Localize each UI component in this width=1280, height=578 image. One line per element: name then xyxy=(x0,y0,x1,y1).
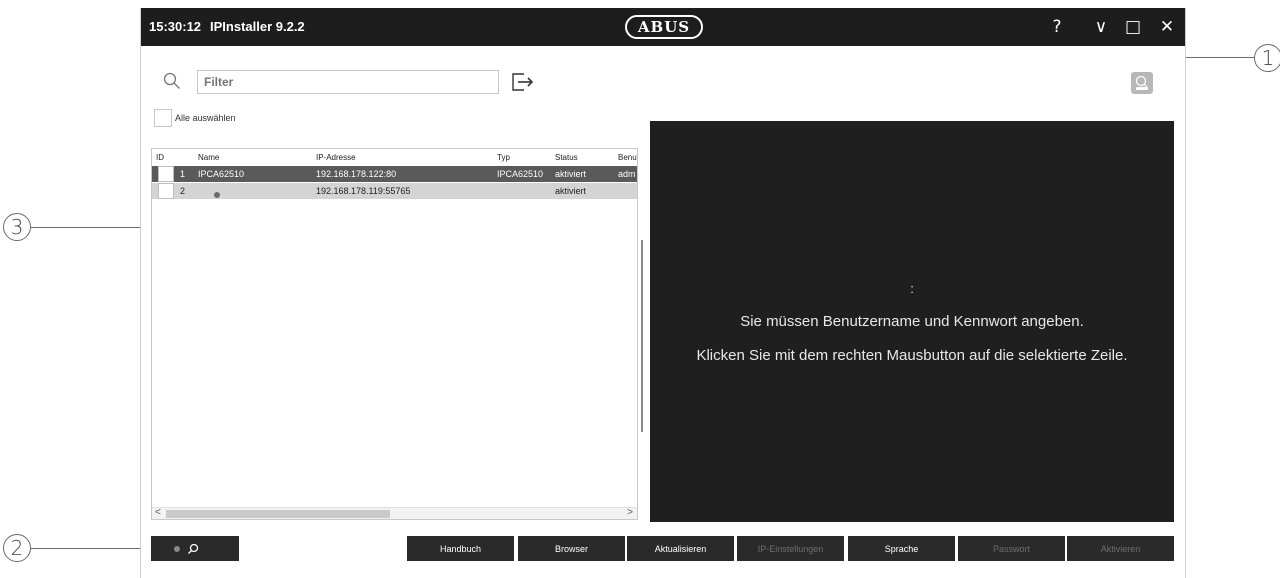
cell-status: aktiviert xyxy=(555,169,587,179)
filter-input[interactable] xyxy=(197,70,499,94)
scroll-right-arrow[interactable]: > xyxy=(627,507,633,518)
cell-id: 2 xyxy=(180,186,186,196)
column-header-id[interactable]: ID xyxy=(156,153,164,162)
page: 1 3 2 15:30:12 IPInstaller 9.2.2 ABUS ? … xyxy=(0,0,1280,578)
ipinstaller-window: 15:30:12 IPInstaller 9.2.2 ABUS ? ∨ □ ✕ xyxy=(140,8,1186,578)
callout-2: 2 xyxy=(3,534,31,562)
callout-1: 1 xyxy=(1254,44,1280,72)
search-icon[interactable] xyxy=(163,72,181,90)
panel-splitter[interactable] xyxy=(641,240,643,432)
scrollbar-thumb[interactable] xyxy=(166,510,390,518)
help-button[interactable]: ? xyxy=(1045,15,1069,39)
device-table: ID Name IP-Adresse Typ Status Benut 1 IP… xyxy=(151,148,638,520)
cell-user: adm xyxy=(618,169,636,179)
row-checkbox[interactable] xyxy=(158,183,174,199)
column-header-ip[interactable]: IP-Adresse xyxy=(316,153,356,162)
cell-ip: 192.168.178.122:80 xyxy=(316,169,397,179)
export-icon[interactable] xyxy=(511,72,535,92)
abus-logo: ABUS xyxy=(625,15,703,39)
title-bar: 15:30:12 IPInstaller 9.2.2 ABUS ? ∨ □ ✕ xyxy=(141,8,1185,46)
callout-3-dot xyxy=(214,192,220,198)
horizontal-scrollbar[interactable]: < > xyxy=(152,507,637,519)
app-title: IPInstaller 9.2.2 xyxy=(210,19,305,34)
table-row[interactable]: 2 192.168.178.119:55765 aktiviert xyxy=(152,183,637,199)
cell-ip: 192.168.178.119:55765 xyxy=(316,186,411,196)
table-header: ID Name IP-Adresse Typ Status Benut xyxy=(152,149,637,165)
cell-name: IPCA62510 xyxy=(198,169,245,179)
column-header-user[interactable]: Benut xyxy=(618,153,637,162)
minimize-button[interactable]: ∨ xyxy=(1089,15,1113,39)
column-header-name[interactable]: Name xyxy=(198,153,219,162)
ip-einstellungen-button[interactable]: IP-Einstellungen xyxy=(737,536,844,561)
select-all-label: Alle auswählen xyxy=(175,113,236,123)
select-all-checkbox[interactable] xyxy=(154,109,172,127)
handbuch-button[interactable]: Handbuch xyxy=(407,536,514,561)
table-row[interactable]: 1 IPCA62510 192.168.178.122:80 IPCA62510… xyxy=(152,166,637,182)
close-button[interactable]: ✕ xyxy=(1155,15,1179,39)
search-devices-button[interactable] xyxy=(151,536,239,561)
info-message-right-click: Klicken Sie mit dem rechten Mausbutton a… xyxy=(696,347,1128,364)
cell-type: IPCA62510 xyxy=(497,169,544,179)
scroll-left-arrow[interactable]: < xyxy=(155,507,161,518)
clock-label: 15:30:12 xyxy=(149,19,202,34)
column-header-type[interactable]: Typ xyxy=(497,153,510,162)
info-panel: : Sie müssen Benutzername und Kennwort a… xyxy=(650,121,1174,522)
cell-id: 1 xyxy=(180,169,186,179)
column-header-status[interactable]: Status xyxy=(555,153,578,162)
magnifier-icon xyxy=(188,543,199,554)
aktivieren-button[interactable]: Aktivieren xyxy=(1067,536,1174,561)
info-message-credentials: Sie müssen Benutzername und Kennwort ang… xyxy=(740,313,1084,330)
row-checkbox[interactable] xyxy=(158,166,174,182)
aktualisieren-button[interactable]: Aktualisieren xyxy=(627,536,734,561)
sprache-button[interactable]: Sprache xyxy=(848,536,955,561)
cell-status: aktiviert xyxy=(555,186,587,196)
callout-2-dot xyxy=(174,546,180,552)
passwort-button[interactable]: Passwort xyxy=(958,536,1065,561)
info-colon: : xyxy=(910,281,914,296)
ip-camera-icon[interactable] xyxy=(1131,72,1153,94)
callout-3: 3 xyxy=(3,213,31,241)
maximize-button[interactable]: □ xyxy=(1121,15,1145,39)
browser-button[interactable]: Browser xyxy=(518,536,625,561)
